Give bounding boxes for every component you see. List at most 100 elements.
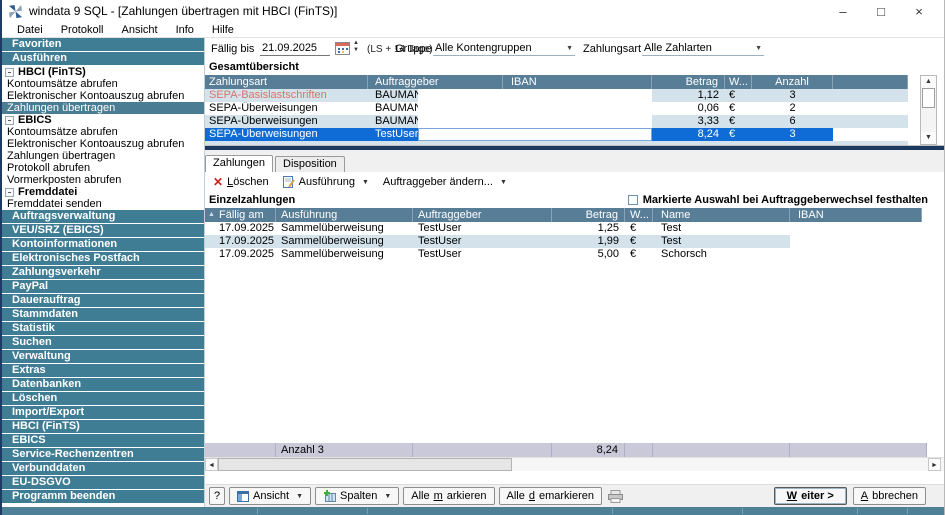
sidebar-item[interactable]: Elektronisches Postfach bbox=[2, 252, 204, 265]
sidebar-item[interactable]: Kontoinformationen bbox=[2, 238, 204, 251]
sidebar-item[interactable]: Suchen bbox=[2, 336, 204, 349]
sidebar-item[interactable]: HBCI (FinTS) bbox=[2, 66, 204, 78]
spalten-button[interactable]: Spalten ▼ bbox=[315, 487, 399, 505]
menu-item[interactable]: Hilfe bbox=[203, 22, 243, 38]
ansicht-button[interactable]: Ansicht ▼ bbox=[229, 487, 311, 505]
menu-item[interactable]: Datei bbox=[8, 22, 52, 38]
table-row[interactable]: 17.09.2025 Sammelüberweisung TestUser 1,… bbox=[205, 235, 922, 248]
column-header[interactable]: Betrag bbox=[652, 75, 725, 89]
sidebar-item[interactable]: Service-Rechenzentren bbox=[2, 448, 204, 461]
minimize-icon[interactable]: – bbox=[824, 1, 862, 21]
auftraggeber-aendern-button[interactable]: Auftraggeber ändern... ▼ bbox=[379, 176, 511, 188]
sidebar-item[interactable]: Zahlungsverkehr bbox=[2, 266, 204, 279]
alle-markieren-button[interactable]: Alle markieren bbox=[403, 487, 494, 505]
menu-item[interactable]: Ansicht bbox=[112, 22, 166, 38]
keep-selection-option[interactable]: Markierte Auswahl bei Auftraggeberwechse… bbox=[628, 194, 928, 206]
column-header[interactable]: Anzahl bbox=[752, 75, 833, 89]
sidebar-item[interactable]: Elektronischer Kontoauszug abrufen bbox=[2, 90, 204, 102]
iban-edit-cell[interactable] bbox=[418, 102, 652, 115]
help-button[interactable]: ? bbox=[209, 487, 225, 505]
abbrechen-button[interactable]: Abbrechen bbox=[853, 487, 926, 505]
column-header[interactable]: IBAN bbox=[790, 208, 922, 222]
iban-edit-cell[interactable] bbox=[418, 89, 652, 102]
table-row[interactable]: SEPA-Überweisungen BAUMANN 0,06 € 2 bbox=[205, 102, 908, 115]
sidebar-item[interactable]: EBICS bbox=[2, 434, 204, 447]
column-header[interactable]: Zahlungsart bbox=[205, 75, 368, 89]
column-header[interactable]: ▲ Fällig am bbox=[205, 208, 276, 222]
column-header[interactable]: Auftraggeber bbox=[368, 75, 503, 89]
sidebar-item[interactable]: Verbunddaten bbox=[2, 462, 204, 475]
menu-item[interactable]: Protokoll bbox=[52, 22, 113, 38]
table-row[interactable]: 17.09.2025 Sammelüberweisung TestUser 5,… bbox=[205, 248, 922, 261]
spacer bbox=[205, 471, 944, 484]
sidebar-item[interactable]: Fremddatei bbox=[2, 186, 204, 198]
spinner-up-icon[interactable]: ▲ bbox=[353, 40, 359, 47]
sidebar-item[interactable]: Favoriten bbox=[2, 38, 204, 51]
sidebar-item[interactable]: Fremddatei senden bbox=[2, 198, 204, 210]
column-header[interactable]: Ausführung bbox=[276, 208, 413, 222]
spinner-down-icon[interactable]: ▼ bbox=[353, 47, 359, 54]
table-row[interactable]: SEPA-Überweisungen BAUMANN 3,33 € 6 bbox=[205, 115, 908, 128]
scrollbar-thumb[interactable] bbox=[218, 458, 512, 471]
column-header[interactable]: Betrag bbox=[552, 208, 625, 222]
sidebar-item[interactable]: Auftragsverwaltung bbox=[2, 210, 204, 223]
keep-selection-checkbox[interactable] bbox=[628, 195, 638, 205]
sidebar-item[interactable]: Dauerauftrag bbox=[2, 294, 204, 307]
column-header[interactable]: Auftraggeber bbox=[413, 208, 552, 222]
table-row[interactable]: SEPA-Überweisungen TestUser 8,24 € 3 bbox=[205, 128, 908, 141]
column-header[interactable]: IBAN bbox=[503, 75, 652, 89]
overview-vertical-scrollbar[interactable]: ▲ ▼ bbox=[920, 75, 937, 145]
iban-edit-cell[interactable] bbox=[418, 128, 652, 141]
sidebar-item[interactable]: Programm beenden bbox=[2, 490, 204, 503]
sidebar-item[interactable]: PayPal bbox=[2, 280, 204, 293]
due-date-input[interactable]: 21.09.2025 bbox=[260, 41, 330, 56]
sidebar-item[interactable]: Stammdaten bbox=[2, 308, 204, 321]
printer-icon[interactable] bbox=[608, 490, 623, 503]
sidebar-item[interactable]: Datenbanken bbox=[2, 378, 204, 391]
menu-item[interactable]: Info bbox=[167, 22, 203, 38]
ausfuehrung-button[interactable]: Ausführung ▼ bbox=[279, 176, 373, 188]
maximize-icon[interactable]: □ bbox=[862, 1, 900, 21]
sidebar-item[interactable]: Zahlungen übertragen bbox=[2, 102, 204, 114]
sidebar-item[interactable]: Elektronischer Kontoauszug abrufen bbox=[2, 138, 204, 150]
sidebar-item[interactable]: HBCI (FinTS) bbox=[2, 420, 204, 433]
sidebar-item[interactable]: Extras bbox=[2, 364, 204, 377]
scroll-left-icon[interactable]: ◄ bbox=[205, 458, 218, 471]
sidebar-item[interactable]: Protokoll abrufen bbox=[2, 162, 204, 174]
column-header[interactable] bbox=[833, 75, 908, 89]
sidebar-item[interactable]: Kontoumsätze abrufen bbox=[2, 78, 204, 90]
column-header[interactable]: Name bbox=[653, 208, 790, 222]
table-row[interactable]: 17.09.2025 Sammelüberweisung TestUser 1,… bbox=[205, 222, 922, 235]
sidebar-item[interactable]: VEU/SRZ (EBICS) bbox=[2, 224, 204, 237]
column-header[interactable]: W... bbox=[625, 208, 653, 222]
tab[interactable]: Zahlungen bbox=[205, 155, 273, 172]
sidebar-item[interactable]: EBICS bbox=[2, 114, 204, 126]
tab[interactable]: Disposition bbox=[275, 156, 345, 172]
sidebar-item[interactable]: Löschen bbox=[2, 392, 204, 405]
column-header[interactable]: W... bbox=[725, 75, 752, 89]
scroll-down-icon[interactable]: ▼ bbox=[921, 132, 936, 144]
alle-demarkieren-button[interactable]: Alle demarkieren bbox=[499, 487, 603, 505]
sidebar-item[interactable]: Statistik bbox=[2, 322, 204, 335]
close-icon[interactable]: × bbox=[900, 1, 938, 21]
sidebar-item[interactable]: Kontoumsätze abrufen bbox=[2, 126, 204, 138]
calendar-icon[interactable] bbox=[335, 42, 350, 55]
zahlungsart-select[interactable]: Alle Zahlarten ▼ bbox=[642, 41, 764, 56]
scrollbar-thumb[interactable] bbox=[922, 88, 935, 108]
table-row[interactable]: SEPA-Basislastschriften BAUMANN 1,12 € 3 bbox=[205, 89, 908, 102]
sidebar-item[interactable]: Verwaltung bbox=[2, 350, 204, 363]
scroll-up-icon[interactable]: ▲ bbox=[921, 76, 936, 88]
date-spinner[interactable]: ▲ ▼ bbox=[353, 40, 359, 54]
gruppe-select[interactable]: Alle Kontengruppen ▼ bbox=[433, 41, 575, 56]
sidebar-item[interactable]: Vormerkposten abrufen bbox=[2, 174, 204, 186]
scroll-right-icon[interactable]: ► bbox=[928, 458, 941, 471]
weiter-button[interactable]: Weiter > bbox=[774, 487, 847, 505]
payments-vertical-scrollbar[interactable] bbox=[924, 222, 930, 382]
delete-button[interactable]: ✕ Löschen bbox=[209, 175, 273, 189]
sidebar-item[interactable]: Ausführen bbox=[2, 52, 204, 65]
horizontal-scrollbar[interactable]: ◄ ► bbox=[205, 457, 944, 471]
iban-edit-cell[interactable] bbox=[418, 115, 652, 128]
sidebar-item[interactable]: EU-DSGVO bbox=[2, 476, 204, 489]
sidebar-item[interactable]: Import/Export bbox=[2, 406, 204, 419]
sidebar-item[interactable]: Zahlungen übertragen bbox=[2, 150, 204, 162]
